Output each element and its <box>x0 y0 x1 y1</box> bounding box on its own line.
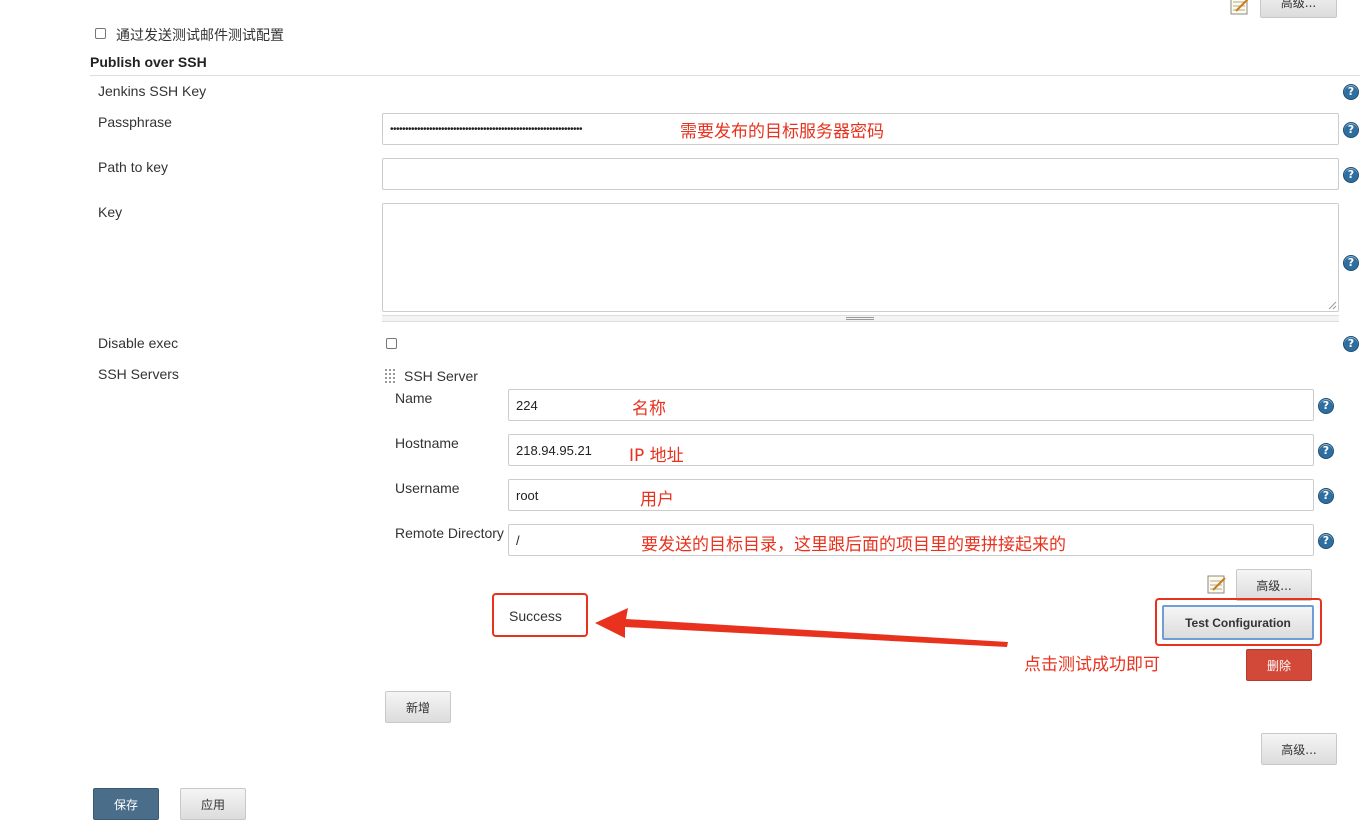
help-icon[interactable]: ? <box>1343 255 1359 271</box>
help-icon[interactable]: ? <box>1318 488 1334 504</box>
notepad-icon <box>1207 575 1226 594</box>
hostname-label: Hostname <box>395 435 459 451</box>
passphrase-value: ••••••••••••••••••••••••••••••••••••••••… <box>390 123 583 135</box>
add-server-button[interactable]: 新增 <box>385 691 451 723</box>
annotation-test: 点击测试成功即可 <box>1024 655 1160 675</box>
remote-directory-label: Remote Directory <box>395 525 504 541</box>
annotation-arrow <box>595 608 1008 647</box>
ssh-servers-label: SSH Servers <box>98 366 179 382</box>
help-icon[interactable]: ? <box>1343 122 1359 138</box>
email-test-label: 通过发送测试邮件测试配置 <box>116 27 284 43</box>
delete-button[interactable]: 删除 <box>1246 649 1312 681</box>
section-title: Publish over SSH <box>90 54 207 70</box>
resize-grip-icon[interactable] <box>1328 301 1337 310</box>
success-message: Success <box>509 608 562 624</box>
disable-exec-checkbox[interactable] <box>386 338 397 349</box>
hostname-value: 218.94.95.21 <box>516 442 592 458</box>
server-advanced-button[interactable]: 高级... <box>1236 569 1312 601</box>
username-label: Username <box>395 480 460 496</box>
username-value: root <box>516 487 539 503</box>
bottom-advanced-button[interactable]: 高级... <box>1261 733 1337 765</box>
username-input[interactable]: root <box>508 479 1314 511</box>
help-icon[interactable]: ? <box>1318 533 1334 549</box>
help-icon[interactable]: ? <box>1343 336 1359 352</box>
resize-handle[interactable] <box>846 317 874 320</box>
test-configuration-button[interactable]: Test Configuration <box>1162 605 1314 640</box>
annotation-name: 名称 <box>632 399 666 419</box>
passphrase-label: Passphrase <box>98 114 172 130</box>
path-to-key-input[interactable] <box>382 158 1339 190</box>
name-value: 224 <box>516 397 538 413</box>
name-input[interactable]: 224 <box>508 389 1314 421</box>
save-button[interactable]: 保存 <box>93 788 159 820</box>
textarea-resize-bar[interactable] <box>382 315 1339 322</box>
notepad-icon <box>1230 0 1249 15</box>
help-icon[interactable]: ? <box>1318 398 1334 414</box>
help-icon[interactable]: ? <box>1343 84 1359 100</box>
help-icon[interactable]: ? <box>1343 167 1359 183</box>
annotation-username: 用户 <box>640 490 674 510</box>
apply-button[interactable]: 应用 <box>180 788 246 820</box>
annotation-hostname: IP 地址 <box>629 446 684 466</box>
annotation-remote-dir: 要发送的目标目录，这里跟后面的项目里的要拼接起来的 <box>641 535 1066 555</box>
path-to-key-label: Path to key <box>98 159 169 175</box>
disable-exec-label: Disable exec <box>98 335 179 351</box>
name-label: Name <box>395 390 433 406</box>
key-label: Key <box>98 204 123 220</box>
section-divider <box>90 75 1360 76</box>
drag-handle-icon[interactable] <box>385 369 397 385</box>
help-icon[interactable]: ? <box>1318 443 1334 459</box>
key-textarea[interactable] <box>382 203 1339 312</box>
remote-directory-value: / <box>516 532 520 548</box>
annotation-passphrase: 需要发布的目标服务器密码 <box>680 122 884 142</box>
email-test-checkbox[interactable] <box>95 28 106 39</box>
jenkins-ssh-key-label: Jenkins SSH Key <box>98 83 207 99</box>
top-advanced-button[interactable]: 高级... <box>1260 0 1337 18</box>
ssh-server-header: SSH Server <box>404 368 478 384</box>
